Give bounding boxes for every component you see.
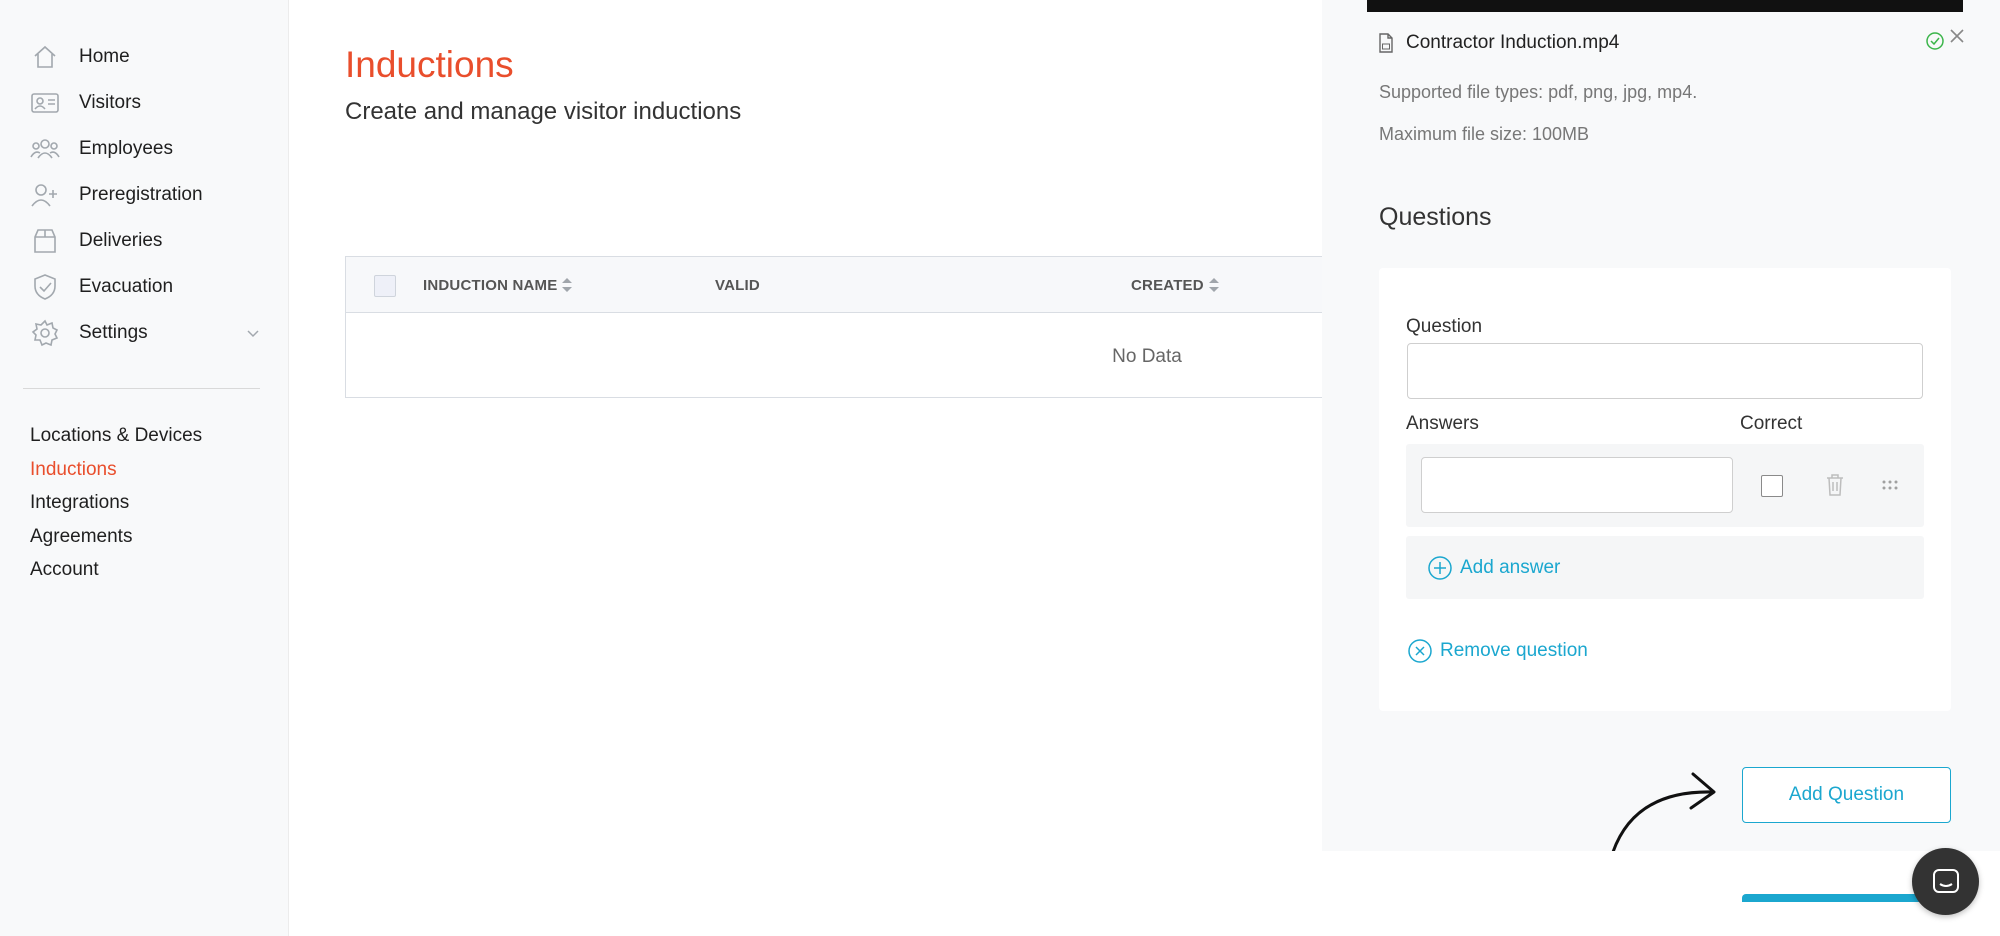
sidebar-item-deliveries[interactable]: Deliveries: [30, 223, 162, 259]
sidebar-item-label: Deliveries: [79, 230, 163, 251]
sidebar-item-employees[interactable]: Employees: [30, 131, 173, 167]
sidebar-item-visitors[interactable]: Visitors: [30, 85, 141, 121]
drag-handle-icon[interactable]: [1881, 479, 1899, 491]
remove-question-label: Remove question: [1440, 640, 1588, 661]
max-file-size: Maximum file size: 100MB: [1379, 124, 1590, 144]
column-header-induction-name[interactable]: INDUCTION NAME: [423, 277, 557, 294]
shield-check-icon: [30, 272, 60, 302]
home-icon: [30, 42, 60, 72]
chat-launcher-button[interactable]: [1912, 848, 1979, 915]
uploaded-file: Contractor Induction.mp4: [1378, 30, 1619, 56]
supported-file-types: Supported file types: pdf, png, jpg, mp4…: [1379, 82, 1698, 102]
plus-circle-icon: [1428, 556, 1452, 580]
gear-icon: [30, 318, 60, 348]
file-icon: [1379, 33, 1393, 53]
add-answer-label: Add answer: [1460, 557, 1561, 578]
sidebar: Home Visitors Employees Preregistration …: [0, 0, 289, 936]
answer-input[interactable]: [1421, 457, 1733, 513]
sidebar-item-evacuation[interactable]: Evacuation: [30, 269, 173, 305]
sidebar-item-label: Evacuation: [79, 276, 174, 297]
trash-icon[interactable]: [1826, 474, 1844, 496]
success-check-icon: [1926, 32, 1944, 50]
questions-heading: Questions: [1379, 203, 1492, 231]
id-card-icon: [30, 88, 60, 118]
user-plus-icon: [30, 180, 60, 210]
close-icon[interactable]: [1947, 26, 1967, 46]
sidebar-link-integrations[interactable]: Integrations: [30, 492, 129, 514]
remove-question-button[interactable]: Remove question: [1408, 639, 1588, 663]
sidebar-link-account[interactable]: Account: [30, 559, 99, 581]
chevron-down-icon[interactable]: [245, 325, 261, 341]
sidebar-divider: [23, 388, 260, 389]
add-question-button[interactable]: Add Question: [1742, 767, 1951, 823]
sidebar-item-preregistration[interactable]: Preregistration: [30, 177, 203, 213]
sidebar-item-label: Home: [79, 46, 130, 67]
sidebar-item-label: Visitors: [79, 92, 141, 113]
remove-circle-icon: [1408, 639, 1432, 663]
add-answer-button[interactable]: Add answer: [1428, 556, 1560, 580]
column-header-created[interactable]: CREATED: [1131, 277, 1204, 294]
sidebar-item-label: Preregistration: [79, 184, 203, 205]
select-all-checkbox[interactable]: [374, 275, 396, 297]
table-header: INDUCTION NAME VALID CREATED: [346, 257, 1344, 313]
inductions-table: INDUCTION NAME VALID CREATED No Data: [345, 256, 1345, 398]
annotation-arrow-icon: [1611, 772, 1716, 854]
question-label: Question: [1406, 316, 1483, 337]
sidebar-link-agreements[interactable]: Agreements: [30, 526, 132, 548]
page-subtitle: Create and manage visitor inductions: [345, 98, 742, 125]
sidebar-item-label: Employees: [79, 138, 173, 159]
question-input[interactable]: [1407, 343, 1923, 399]
sidebar-item-settings[interactable]: Settings: [30, 315, 148, 351]
sidebar-link-inductions[interactable]: Inductions: [30, 459, 117, 481]
correct-label: Correct: [1740, 413, 1803, 434]
sort-icon[interactable]: [1208, 275, 1220, 295]
sidebar-item-home[interactable]: Home: [30, 39, 130, 75]
sidebar-link-locations-devices[interactable]: Locations & Devices: [30, 425, 202, 447]
sort-icon[interactable]: [561, 275, 573, 295]
video-preview: [1367, 0, 1963, 12]
box-icon: [30, 226, 60, 256]
column-header-valid: VALID: [715, 277, 760, 294]
answers-label: Answers: [1406, 413, 1479, 434]
correct-checkbox[interactable]: [1761, 475, 1783, 497]
sidebar-item-label: Settings: [79, 322, 148, 343]
page-title: Inductions: [345, 44, 514, 85]
people-icon: [30, 134, 60, 164]
file-name: Contractor Induction.mp4: [1406, 32, 1620, 53]
chat-icon: [1932, 868, 1959, 893]
